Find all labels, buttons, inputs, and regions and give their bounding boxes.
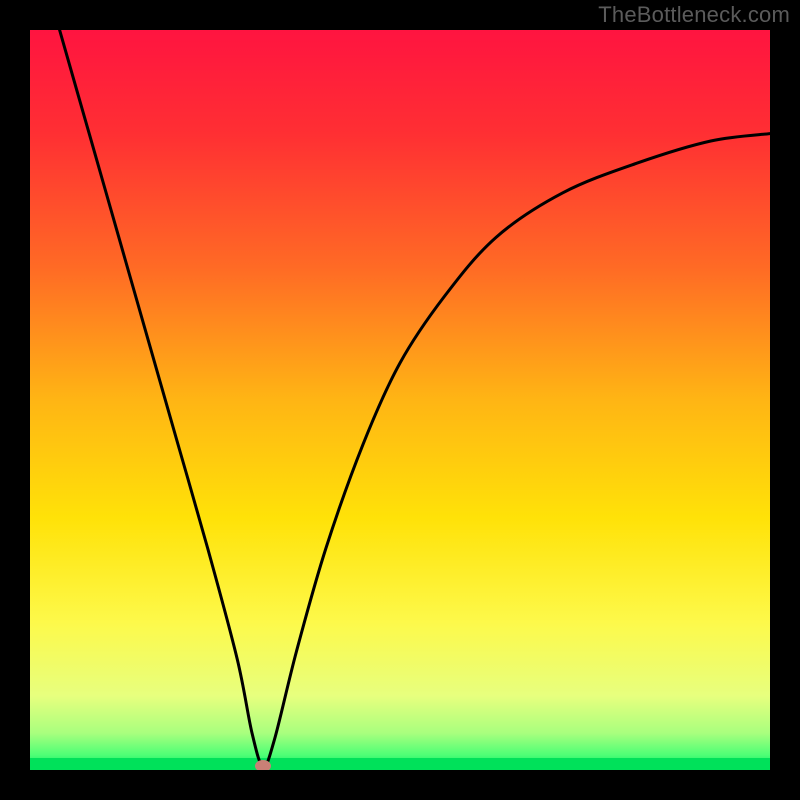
optimal-point-marker <box>255 760 271 770</box>
chart-frame: TheBottleneck.com <box>0 0 800 800</box>
watermark-text: TheBottleneck.com <box>598 2 790 28</box>
plot-area <box>30 30 770 770</box>
bottleneck-curve <box>60 30 770 766</box>
curve-svg <box>30 30 770 770</box>
